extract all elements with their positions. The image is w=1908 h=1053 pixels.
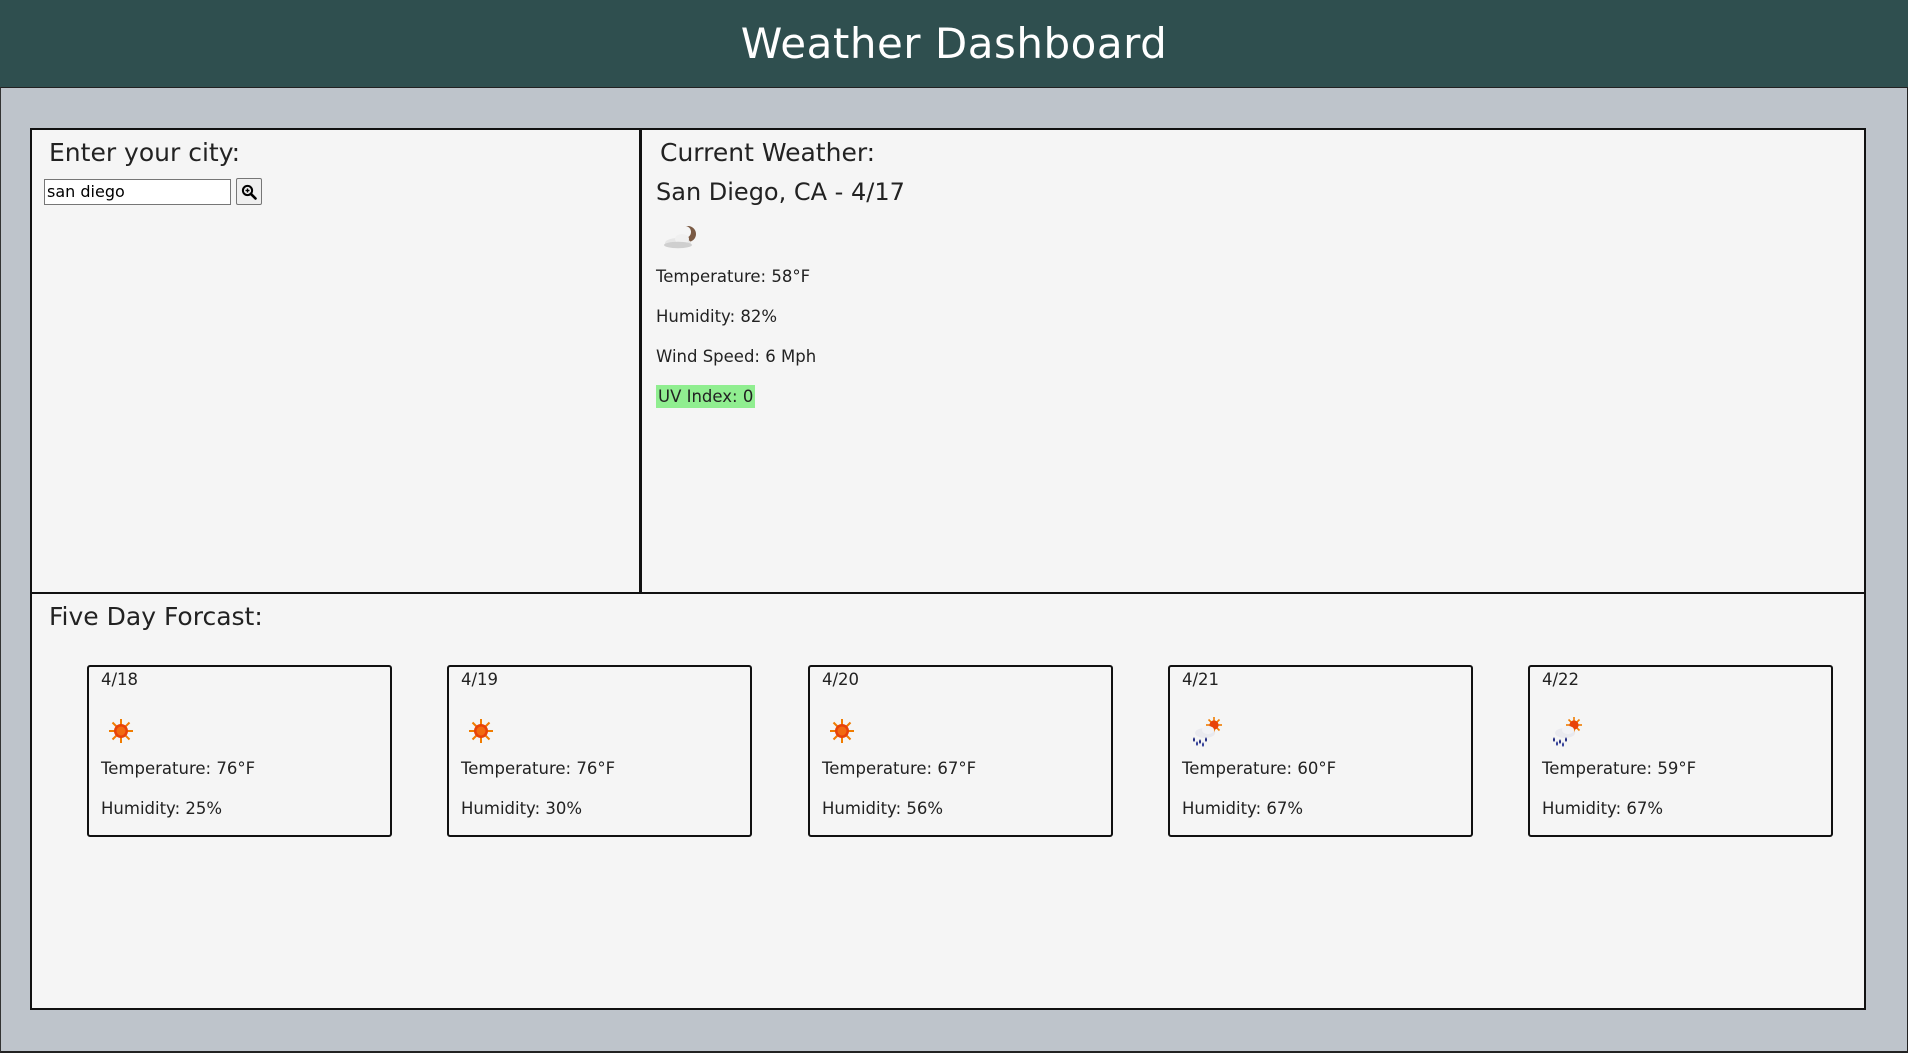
forecast-panel: Five Day Forcast: 4/18 Temperature: 76°F… (30, 593, 1866, 1010)
forecast-card: 4/19 Temperature: 76°F Humidity: 30% (447, 665, 752, 837)
search-button[interactable] (236, 178, 262, 205)
search-icon (241, 184, 257, 200)
forecast-temperature: Temperature: 67°F (822, 759, 977, 778)
current-weather-panel: Current Weather: San Diego, CA - 4/17 Te… (640, 128, 1866, 595)
forecast-date: 4/20 (822, 670, 860, 689)
forecast-card: 4/22 Temperature: 59°F Humidity: 67% (1528, 665, 1833, 837)
forecast-title: Five Day Forcast: (49, 602, 263, 631)
page-title: Weather Dashboard (740, 19, 1168, 68)
sun-rain-icon (1193, 717, 1222, 747)
forecast-temperature: Temperature: 60°F (1182, 759, 1337, 778)
forecast-temperature: Temperature: 76°F (461, 759, 616, 778)
forecast-date: 4/22 (1542, 670, 1580, 689)
current-city-date: San Diego, CA - 4/17 (656, 178, 905, 206)
forecast-humidity: Humidity: 25% (101, 799, 223, 818)
partly-cloudy-night-icon (664, 226, 696, 249)
search-row (44, 178, 262, 205)
forecast-card: 4/21 Temperature: 60°F Humidity: 67% (1168, 665, 1473, 837)
search-panel: Enter your city: (30, 128, 642, 595)
current-temperature: Temperature: 58°F (656, 267, 811, 286)
app-header: Weather Dashboard (0, 0, 1908, 87)
forecast-humidity: Humidity: 30% (461, 799, 583, 818)
sun-rain-icon (1553, 717, 1582, 747)
search-title: Enter your city: (49, 138, 241, 167)
forecast-card: 4/18 Temperature: 76°F Humidity: 25% (87, 665, 392, 837)
forecast-date: 4/19 (461, 670, 499, 689)
city-search-input[interactable] (44, 178, 231, 205)
forecast-humidity: Humidity: 67% (1182, 799, 1304, 818)
current-wind-speed: Wind Speed: 6 Mph (656, 347, 817, 366)
forecast-humidity: Humidity: 67% (1542, 799, 1664, 818)
current-humidity: Humidity: 82% (656, 307, 778, 326)
forecast-card: 4/20 Temperature: 67°F Humidity: 56% (808, 665, 1113, 837)
forecast-date: 4/18 (101, 670, 139, 689)
sun-icon (109, 719, 133, 743)
forecast-date: 4/21 (1182, 670, 1220, 689)
sun-icon (469, 719, 493, 743)
forecast-humidity: Humidity: 56% (822, 799, 944, 818)
current-weather-title: Current Weather: (660, 138, 876, 167)
forecast-temperature: Temperature: 59°F (1542, 759, 1697, 778)
forecast-temperature: Temperature: 76°F (101, 759, 256, 778)
uv-index-badge: UV Index: 0 (656, 385, 756, 408)
sun-icon (830, 719, 854, 743)
